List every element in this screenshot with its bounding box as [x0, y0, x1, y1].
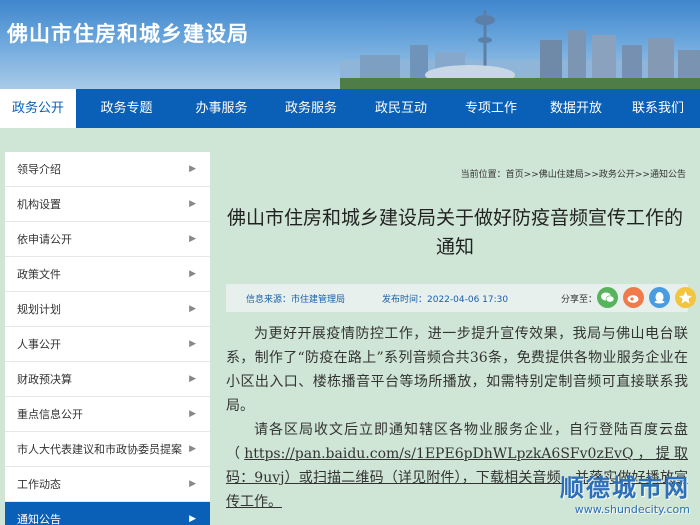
chevron-right-icon: ▶	[189, 514, 196, 524]
sidebar-item-label: 市人大代表建议和市政协委员提案	[17, 443, 182, 456]
chevron-right-icon: ▶	[189, 409, 196, 419]
sidebar-item-policy-documents[interactable]: 政策文件 ▶	[5, 257, 210, 292]
chevron-right-icon: ▶	[189, 199, 196, 209]
breadcrumb: 当前位置：首页>>佛山住建局>>政务公开>>通知公告	[461, 167, 686, 180]
breadcrumb-separator: >>	[523, 170, 539, 180]
sidebar: 领导介绍 ▶ 机构设置 ▶ 依申请公开 ▶ 政策文件 ▶ 规划计划 ▶ 人事公开 ▶ 财政预…	[5, 152, 210, 525]
sidebar-item-disclosure-request[interactable]: 依申请公开 ▶	[5, 222, 210, 257]
breadcrumb-gov-affairs[interactable]: 政务公开	[599, 170, 635, 180]
sidebar-item-label: 财政预决算	[17, 373, 72, 386]
sidebar-item-leaders[interactable]: 领导介绍 ▶	[5, 152, 210, 187]
nav-item-gov-services[interactable]: 政务服务	[266, 89, 356, 128]
sidebar-item-work-updates[interactable]: 工作动态 ▶	[5, 467, 210, 502]
article-paragraph: 为更好开展疫情防控工作，进一步提升宣传效果，我局与佛山电台联系，制作了“防疫在路…	[226, 326, 688, 414]
chevron-right-icon: ▶	[189, 374, 196, 384]
article-publish-time: 发布时间：2022-04-06 17:30	[382, 295, 509, 305]
chevron-right-icon: ▶	[189, 269, 196, 279]
chevron-right-icon: ▶	[189, 339, 196, 349]
main-nav: 政务公开 政务专题 办事服务 政务服务 政民互动 专项工作 数据开放 联系我们	[0, 89, 700, 128]
sidebar-item-label: 工作动态	[17, 478, 61, 491]
watermark-logo: 顺德城市网 www.shundecity.com	[520, 468, 690, 523]
sidebar-item-label: 机构设置	[17, 198, 61, 211]
watermark-url: www.shundecity.com	[574, 503, 690, 516]
sidebar-item-proposals[interactable]: 市人大代表建议和市政协委员提案 ▶	[5, 432, 210, 467]
watermark-text: 顺德城市网	[560, 474, 690, 502]
sidebar-item-label: 人事公开	[17, 338, 61, 351]
breadcrumb-prefix: 当前位置：	[460, 170, 506, 180]
sidebar-item-label: 依申请公开	[17, 233, 72, 246]
nav-item-services[interactable]: 办事服务	[177, 89, 266, 128]
nav-item-contact[interactable]: 联系我们	[616, 89, 700, 128]
sidebar-item-notices[interactable]: 通知公告 ▶	[5, 502, 210, 525]
breadcrumb-separator: >>	[634, 170, 650, 180]
article-title: 佛山市住房和城乡建设局关于做好防疫音频宣传工作的通知	[226, 207, 683, 258]
sidebar-item-organization[interactable]: 机构设置 ▶	[5, 187, 210, 222]
chevron-right-icon: ▶	[189, 444, 196, 454]
nav-item-government-affairs[interactable]: 政务公开	[0, 89, 76, 128]
share-label: 分享至：	[561, 295, 598, 305]
breadcrumb-bureau[interactable]: 佛山住建局	[539, 170, 584, 180]
weibo-icon[interactable]	[623, 287, 644, 308]
sidebar-item-label: 领导介绍	[17, 163, 61, 176]
chevron-right-icon: ▶	[189, 234, 196, 244]
sidebar-item-label: 重点信息公开	[17, 408, 83, 421]
breadcrumb-home[interactable]: 首页	[506, 170, 524, 180]
sidebar-item-budget[interactable]: 财政预决算 ▶	[5, 362, 210, 397]
sidebar-item-label: 政策文件	[17, 268, 61, 281]
chevron-right-icon: ▶	[189, 479, 196, 489]
wechat-icon[interactable]	[597, 287, 618, 308]
city-skyline-image	[340, 10, 700, 89]
sidebar-item-label: 规划计划	[17, 303, 61, 316]
nav-item-special-work[interactable]: 专项工作	[446, 89, 536, 128]
nav-item-topics[interactable]: 政务专题	[76, 89, 177, 128]
nav-item-interaction[interactable]: 政民互动	[356, 89, 446, 128]
qq-icon[interactable]	[649, 287, 670, 308]
sidebar-item-label: 通知公告	[17, 513, 61, 525]
article-meta-bar: 信息来源：市住建管理局 发布时间：2022-04-06 17:30 分享至：	[226, 284, 696, 312]
article-source: 信息来源：市住建管理局	[246, 295, 346, 305]
sidebar-item-personnel[interactable]: 人事公开 ▶	[5, 327, 210, 362]
sidebar-item-planning[interactable]: 规划计划 ▶	[5, 292, 210, 327]
chevron-right-icon: ▶	[189, 164, 196, 174]
breadcrumb-notices[interactable]: 通知公告	[650, 170, 686, 180]
chevron-right-icon: ▶	[189, 304, 196, 314]
site-header: 佛山市住房和城乡建设局	[0, 0, 700, 89]
breadcrumb-separator: >>	[583, 170, 599, 180]
sidebar-item-key-info[interactable]: 重点信息公开 ▶	[5, 397, 210, 432]
site-title[interactable]: 佛山市住房和城乡建设局	[7, 18, 249, 48]
nav-item-open-data[interactable]: 数据开放	[536, 89, 616, 128]
qzone-icon[interactable]	[675, 287, 696, 308]
